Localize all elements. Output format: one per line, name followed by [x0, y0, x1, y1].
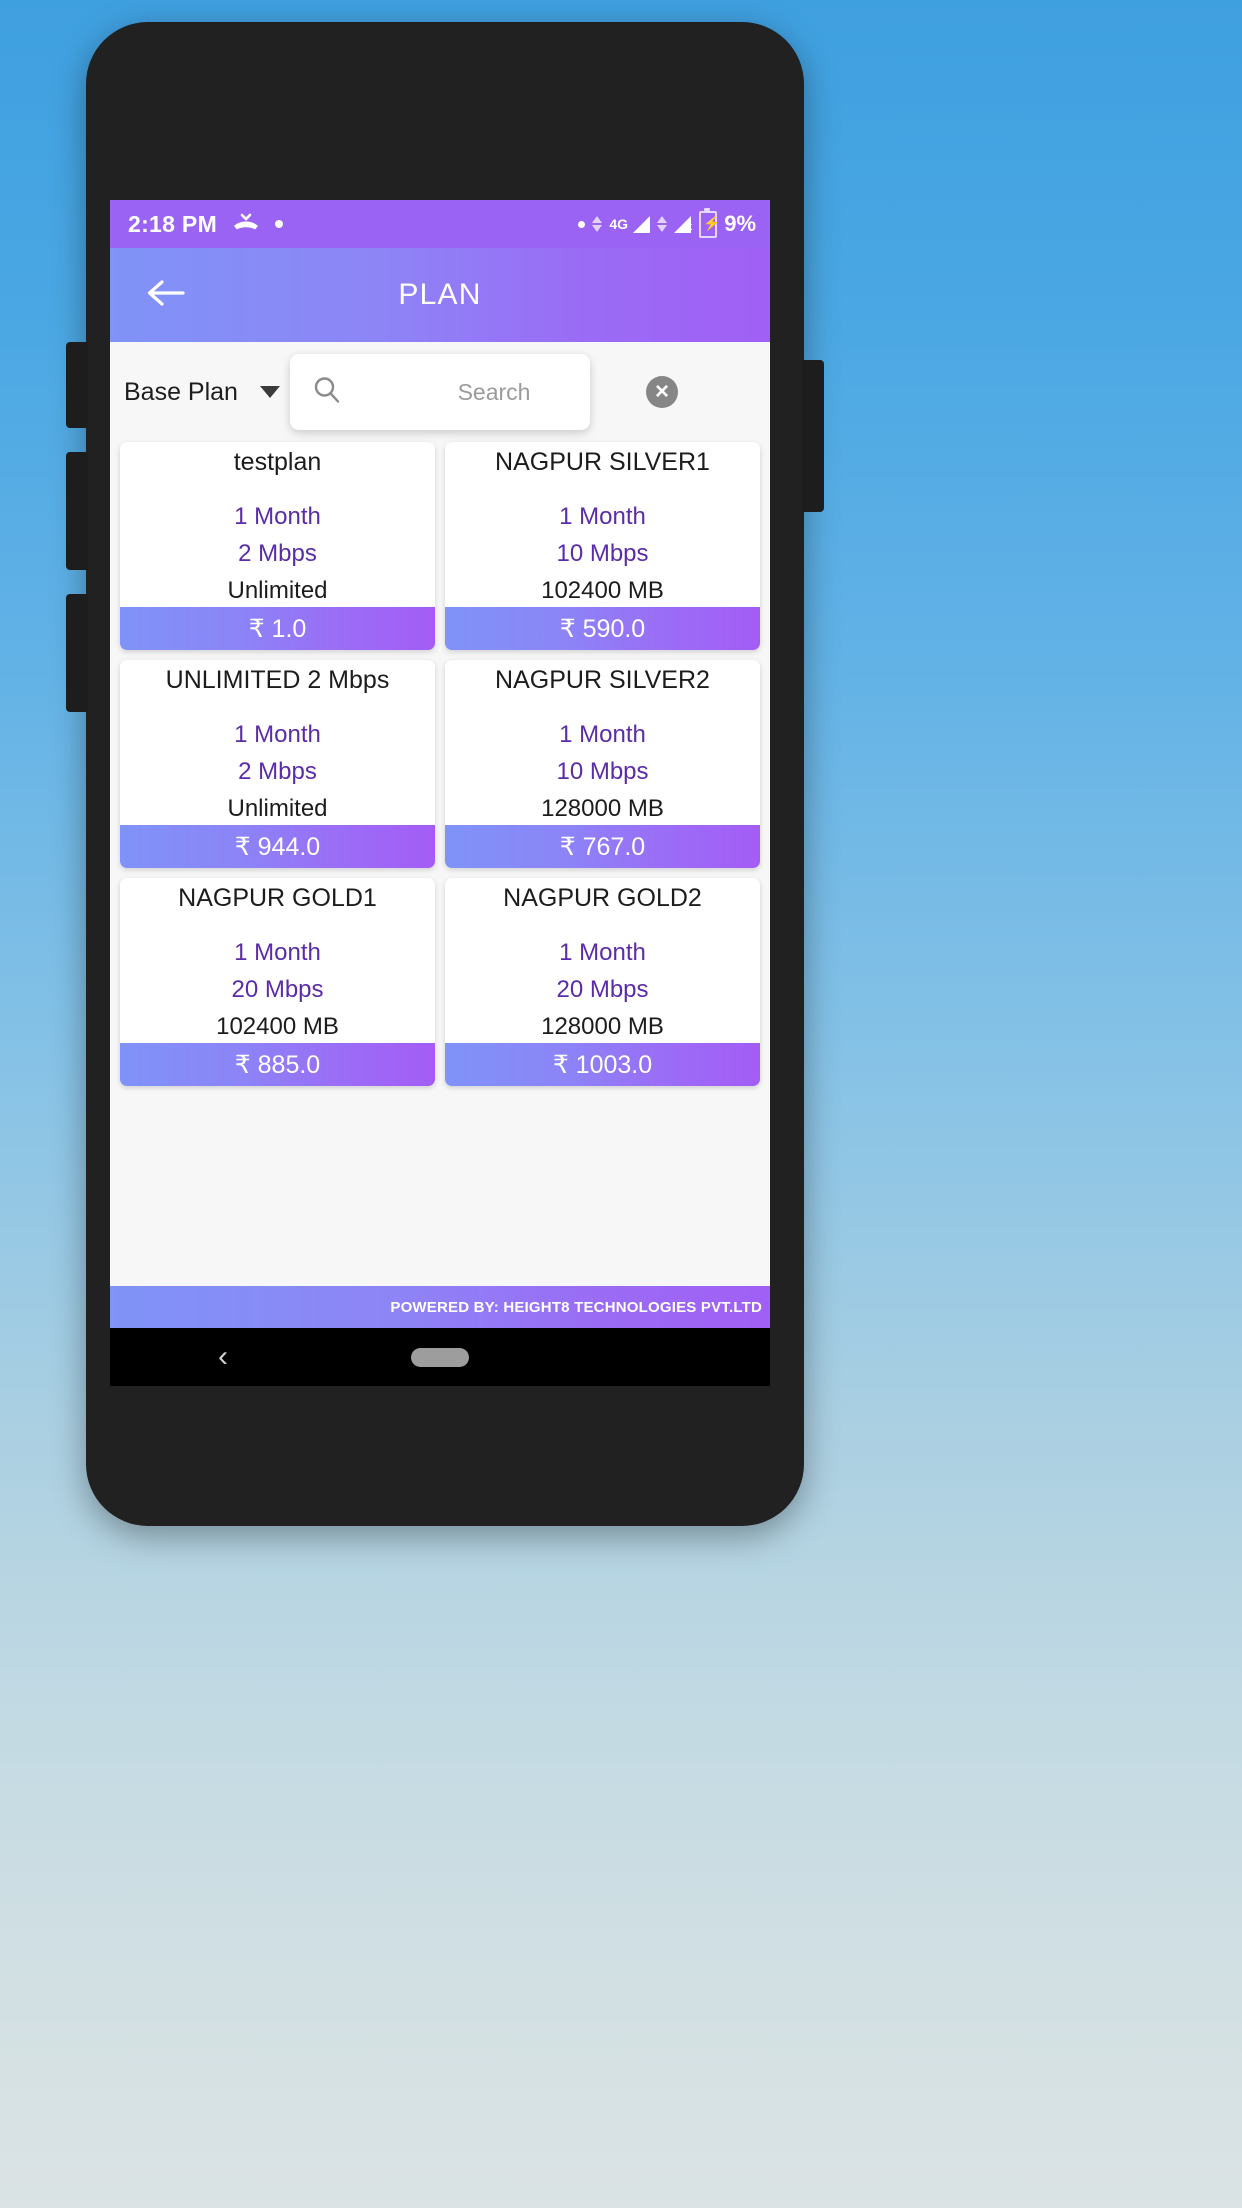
plan-validity: 1 Month	[559, 939, 646, 966]
notification-dot-icon	[275, 220, 284, 228]
phone-screen: 2:18 PM 4G x ⚡ 9% PLAN Base Plan Search …	[110, 200, 770, 1386]
back-arrow-icon	[145, 277, 187, 314]
plan-data: 102400 MB	[216, 1013, 339, 1040]
signal-x-marker-icon: x	[686, 220, 693, 233]
status-bar-right: 4G x ⚡ 9%	[578, 207, 756, 238]
plan-card-body: UNLIMITED 2 Mbps 1 Month 2 Mbps Unlimite…	[120, 660, 435, 825]
plan-data: Unlimited	[227, 577, 328, 604]
wallpaper-backdrop: 2:18 PM 4G x ⚡ 9% PLAN Base Plan Search …	[0, 0, 1242, 2208]
plan-speed: 20 Mbps	[556, 976, 649, 1003]
plan-speed: 10 Mbps	[556, 758, 649, 785]
plan-card-body: NAGPUR SILVER1 1 Month 10 Mbps 102400 MB	[445, 442, 760, 607]
plan-card-body: NAGPUR SILVER2 1 Month 10 Mbps 128000 MB	[445, 660, 760, 825]
status-bar-left: 2:18 PM	[128, 210, 284, 238]
network-type-label: 4G	[609, 216, 629, 232]
volume-up-button[interactable]	[66, 342, 88, 428]
plan-speed: 2 Mbps	[238, 758, 317, 785]
page-title: PLAN	[398, 278, 482, 311]
power-button[interactable]	[802, 360, 824, 512]
plan-data: 102400 MB	[541, 577, 664, 604]
plan-validity: 1 Month	[234, 939, 321, 966]
plan-validity: 1 Month	[234, 503, 321, 530]
app-bar: PLAN	[110, 248, 770, 342]
plan-card[interactable]: testplan 1 Month 2 Mbps Unlimited ₹ 1.0	[120, 442, 435, 650]
missed-call-icon	[231, 213, 261, 235]
plan-speed: 10 Mbps	[556, 540, 649, 567]
plan-validity: 1 Month	[559, 721, 646, 748]
data-transfer-arrows-secondary-icon	[657, 216, 668, 232]
plan-validity: 1 Month	[559, 503, 646, 530]
chevron-down-icon	[259, 386, 280, 398]
close-circle-icon[interactable]: ×	[646, 376, 678, 408]
volume-extra-button[interactable]	[66, 594, 88, 712]
main-content: Base Plan ×	[110, 342, 770, 1286]
plan-card[interactable]: NAGPUR SILVER2 1 Month 10 Mbps 128000 MB…	[445, 660, 760, 868]
plan-grid: testplan 1 Month 2 Mbps Unlimited ₹ 1.0 …	[110, 442, 770, 1086]
plan-validity: 1 Month	[234, 721, 321, 748]
plan-data: 128000 MB	[541, 1013, 664, 1040]
plan-price-banner[interactable]: ₹ 767.0	[445, 825, 760, 868]
plan-card-body: NAGPUR GOLD2 1 Month 20 Mbps 128000 MB	[445, 878, 760, 1043]
plan-card[interactable]: NAGPUR GOLD2 1 Month 20 Mbps 128000 MB ₹…	[445, 878, 760, 1086]
plan-price-banner[interactable]: ₹ 885.0	[120, 1043, 435, 1086]
plan-card[interactable]: UNLIMITED 2 Mbps 1 Month 2 Mbps Unlimite…	[120, 660, 435, 868]
plan-price-banner[interactable]: ₹ 1.0	[120, 607, 435, 650]
plan-price-banner[interactable]: ₹ 1003.0	[445, 1043, 760, 1086]
status-time: 2:18 PM	[128, 210, 218, 237]
status-dot-icon	[578, 220, 586, 228]
search-bar[interactable]: ×	[290, 354, 678, 430]
signal-strength-icon	[633, 215, 651, 233]
battery-percent-label: 9%	[724, 211, 756, 236]
nav-back-icon[interactable]: ‹	[218, 1342, 228, 1372]
back-button[interactable]	[130, 259, 202, 331]
plan-card[interactable]: NAGPUR GOLD1 1 Month 20 Mbps 102400 MB ₹…	[120, 878, 435, 1086]
plan-speed: 2 Mbps	[238, 540, 317, 567]
search-icon	[312, 375, 342, 410]
plan-name: UNLIMITED 2 Mbps	[165, 666, 390, 694]
battery-charging-icon: ⚡	[699, 207, 721, 238]
plan-data: 128000 MB	[541, 795, 664, 822]
plan-card-body: NAGPUR GOLD1 1 Month 20 Mbps 102400 MB	[120, 878, 435, 1043]
plan-card-body: testplan 1 Month 2 Mbps Unlimited	[120, 442, 435, 607]
plan-name: NAGPUR GOLD1	[178, 884, 377, 912]
plan-card[interactable]: NAGPUR SILVER1 1 Month 10 Mbps 102400 MB…	[445, 442, 760, 650]
plan-type-label: Base Plan	[124, 377, 238, 406]
system-nav-bar: ‹	[110, 1328, 770, 1386]
plan-name: NAGPUR SILVER1	[495, 448, 710, 476]
home-pill-icon[interactable]	[411, 1347, 469, 1367]
plan-data: Unlimited	[227, 795, 328, 822]
phone-frame: 2:18 PM 4G x ⚡ 9% PLAN Base Plan Search …	[66, 22, 824, 1526]
plan-price-banner[interactable]: ₹ 944.0	[120, 825, 435, 868]
plan-price-banner[interactable]: ₹ 590.0	[445, 607, 760, 650]
powered-by-label: POWERED BY: HEIGHT8 TECHNOLOGIES PVT.LTD	[390, 1298, 762, 1316]
search-input[interactable]	[342, 378, 646, 406]
footer-bar: POWERED BY: HEIGHT8 TECHNOLOGIES PVT.LTD	[110, 1286, 770, 1328]
plan-name: NAGPUR GOLD2	[503, 884, 702, 912]
status-bar: 2:18 PM 4G x ⚡ 9%	[110, 200, 770, 248]
plan-name: testplan	[233, 448, 322, 476]
filter-row: Base Plan ×	[110, 342, 770, 442]
volume-down-button[interactable]	[66, 452, 88, 570]
plan-speed: 20 Mbps	[231, 976, 324, 1003]
data-transfer-arrows-icon	[592, 216, 603, 232]
plan-type-dropdown[interactable]: Base Plan	[124, 378, 280, 407]
plan-name: NAGPUR SILVER2	[495, 666, 710, 694]
